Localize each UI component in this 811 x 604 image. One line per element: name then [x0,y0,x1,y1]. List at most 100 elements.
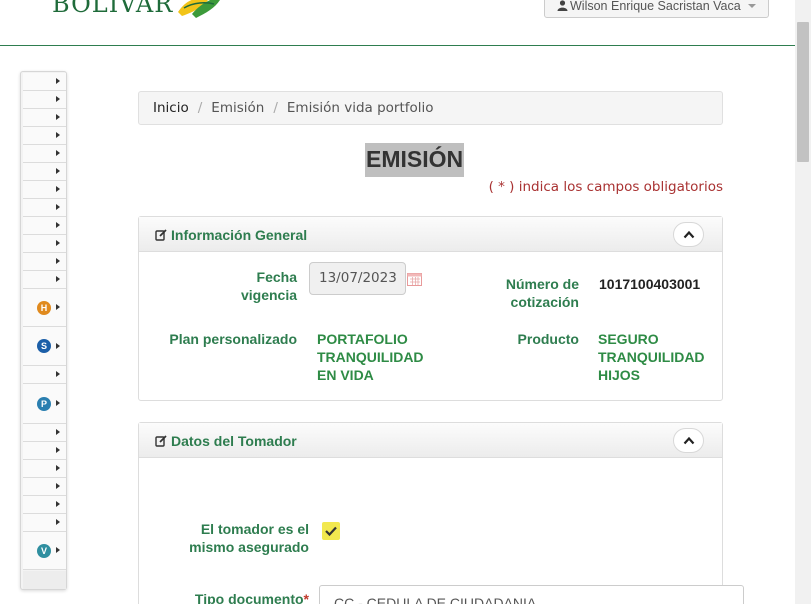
general-info-header: Información General [139,217,722,252]
side-toolbar-item[interactable]: S [23,327,66,366]
tipo-documento-select[interactable]: CC - CEDULA DE CIUDADANIA [319,585,744,604]
general-info-title-text: Información General [171,227,308,243]
side-toolbar-item[interactable] [23,109,66,127]
side-toolbar-item[interactable] [23,235,66,253]
numero-cotizacion-value: 1017100403001 [599,276,701,292]
side-toolbar-footer [23,571,66,589]
breadcrumb-item-current: Emisión vida portfolio [286,100,434,116]
calendar-icon[interactable] [407,272,422,286]
collapse-tomador-button[interactable] [673,428,704,453]
fecha-vigencia-label: Fecha vigencia [240,269,297,303]
side-toolbar-item[interactable] [23,496,66,514]
mismo-asegurado-label: El tomador es el mismo asegurado [189,521,309,555]
page-title: EMISIÓN [365,143,465,177]
producto-value: SEGURO TRANQUILIDAD HIJOS [598,331,705,383]
chevron-right-icon [56,501,60,507]
collapse-general-info-button[interactable] [673,222,704,247]
edit-icon [155,229,167,241]
side-toolbar-item[interactable] [23,253,66,271]
tomador-panel: Datos del Tomador El tomador es el mismo… [138,422,744,604]
side-toolbar-item[interactable] [23,424,66,442]
side-toolbar-item[interactable] [23,217,66,235]
tipo-documento-label: Tipo documento* [179,590,309,604]
breadcrumb-separator: / [197,100,203,116]
tomador-header: Datos del Tomador [139,423,722,458]
chevron-right-icon [56,371,60,377]
chevron-right-icon [56,114,60,120]
chevron-right-icon [56,447,60,453]
sidebar-badge-icon: H [37,300,51,315]
chevron-right-icon [56,78,60,84]
chevron-down-icon [748,4,756,8]
chevron-right-icon [56,186,60,192]
required-fields-note: ( * ) indica los campos obligatorios [488,179,723,195]
mismo-asegurado-checkbox[interactable] [322,522,340,540]
chevron-right-icon [56,222,60,228]
side-toolbar-item[interactable] [23,145,66,163]
user-name: Wilson Enrique Sacristan Vaca [570,0,741,13]
chevron-right-icon [56,240,60,246]
chevron-right-icon [56,204,60,210]
side-toolbar: H S P V [20,71,67,590]
side-toolbar-item[interactable] [23,181,66,199]
chevron-right-icon [56,96,60,102]
chevron-right-icon [56,465,60,471]
required-asterisk: * [303,591,309,604]
general-info-panel: Información General Fecha vigencia 13/07… [138,216,723,401]
breadcrumb-home-link[interactable]: Inicio [153,100,189,116]
side-toolbar-item[interactable] [23,514,66,532]
chevron-right-icon [56,400,60,406]
side-toolbar-item[interactable] [23,199,66,217]
side-toolbar-item[interactable]: H [23,289,66,327]
tomador-title-text: Datos del Tomador [171,433,297,449]
chevron-right-icon [56,342,60,349]
side-toolbar-item[interactable] [23,127,66,145]
sidebar-badge-icon: P [37,396,51,411]
vertical-scrollbar[interactable] [795,0,811,604]
top-header: BOLIVAR Wilson Enrique Sacristan Vaca [0,0,795,46]
side-toolbar-item[interactable] [23,478,66,496]
chevron-right-icon [56,276,60,282]
general-info-title: Información General [155,227,307,243]
side-toolbar-item[interactable] [23,163,66,181]
breadcrumb: Inicio / Emisión / Emisión vida portfolio [138,91,723,125]
breadcrumb-item-emision[interactable]: Emisión [211,100,264,116]
sidebar-badge-icon: V [37,543,51,558]
checkmark-icon [325,526,337,537]
tipo-documento-label-text: Tipo documento [194,591,304,604]
chevron-up-icon [683,436,695,445]
side-toolbar-item[interactable] [23,73,66,91]
breadcrumb-separator: / [273,100,278,116]
chevron-right-icon [56,132,60,138]
chevron-right-icon [56,429,60,435]
brand-logo-text: BOLIVAR [52,0,174,18]
numero-cotizacion-label: Número de cotización [505,276,579,310]
chevron-right-icon [56,547,60,553]
chevron-right-icon [56,483,60,489]
chevron-right-icon [56,519,60,525]
producto-label: Producto [517,331,579,347]
brand-logo-icon [178,0,220,18]
chevron-up-icon [683,230,695,239]
side-toolbar-item[interactable] [23,91,66,109]
chevron-right-icon [56,168,60,174]
side-toolbar-item[interactable]: P [23,384,66,424]
user-menu-button[interactable]: Wilson Enrique Sacristan Vaca [544,0,769,18]
user-icon [557,0,568,11]
fecha-vigencia-input[interactable]: 13/07/2023 [309,262,406,295]
side-toolbar-item[interactable] [23,460,66,478]
sidebar-badge-icon: S [37,339,51,353]
chevron-right-icon [56,150,60,156]
side-toolbar-item[interactable] [23,271,66,289]
plan-personalizado-label: Plan personalizado [169,331,297,347]
edit-icon [155,435,167,447]
plan-personalizado-value: PORTAFOLIO TRANQUILIDAD EN VIDA [317,331,424,383]
chevron-right-icon [56,258,60,264]
side-toolbar-item[interactable] [23,442,66,460]
tomador-title: Datos del Tomador [155,433,297,449]
chevron-right-icon [56,304,60,310]
page-root: BOLIVAR Wilson Enrique Sacristan Vaca H S… [0,0,811,604]
side-toolbar-item[interactable]: V [23,532,66,570]
side-toolbar-item[interactable] [23,366,66,384]
scrollbar-thumb[interactable] [797,22,809,162]
